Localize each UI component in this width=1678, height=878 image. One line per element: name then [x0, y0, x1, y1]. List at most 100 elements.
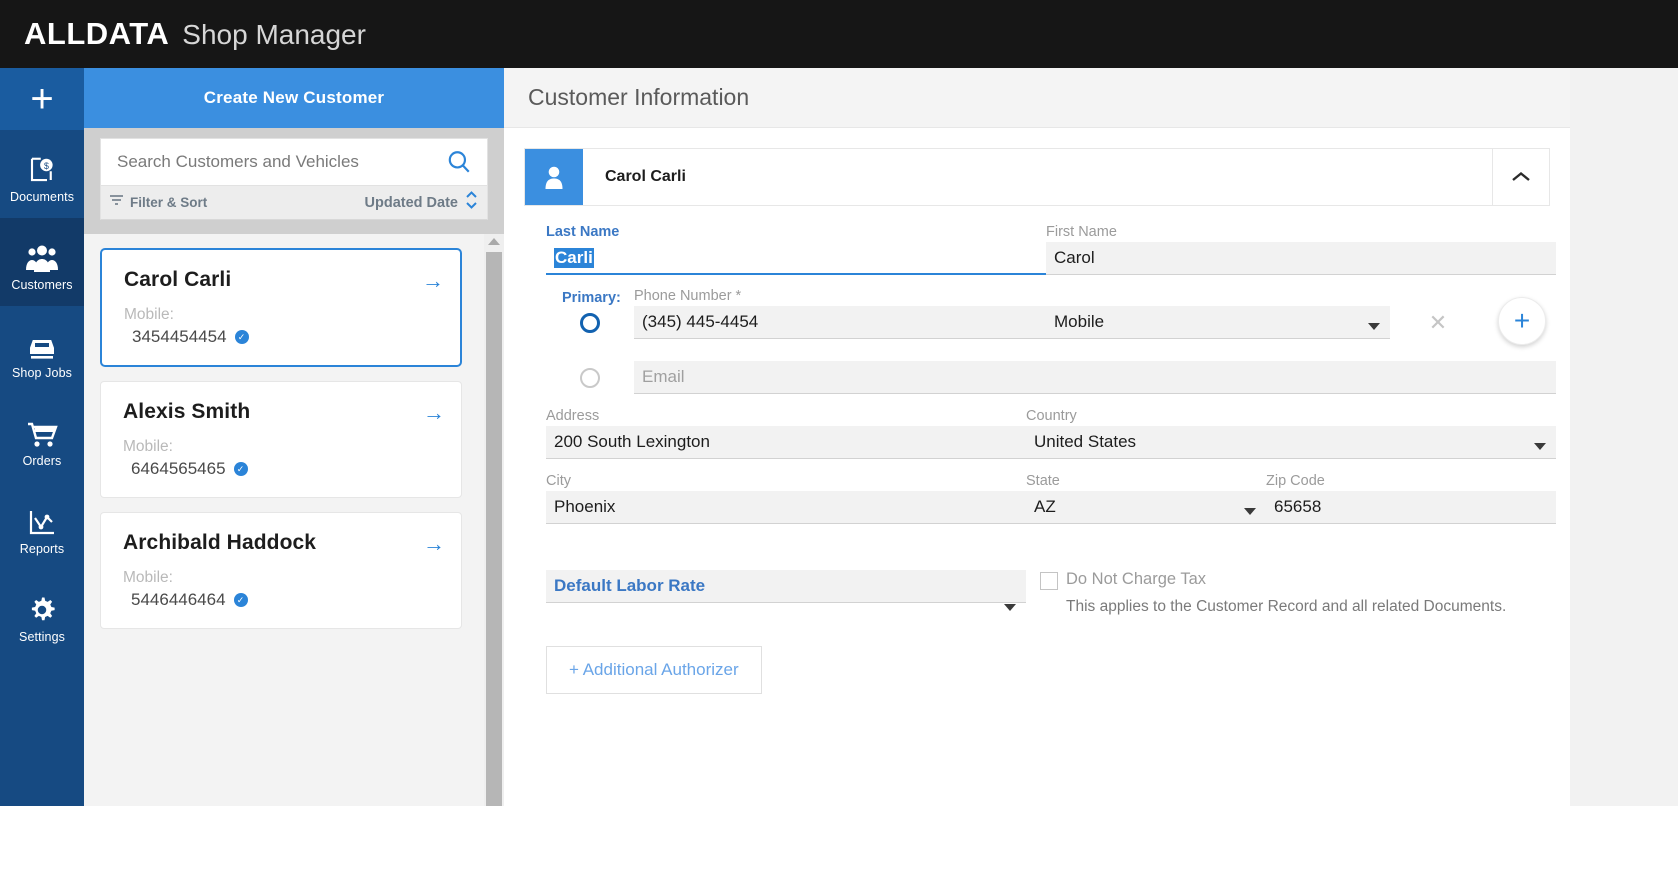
primary-phone-radio-holder	[546, 306, 634, 339]
customer-header-bar: Carol Carli	[524, 148, 1550, 206]
sidebar-item-orders[interactable]: Orders	[0, 394, 84, 482]
arrow-right-icon[interactable]: →	[423, 533, 445, 555]
address-input[interactable]: 200 South Lexington	[546, 426, 1026, 459]
labor-rate-tax-row: Default Labor Rate Do Not Charge Tax Thi…	[546, 570, 1556, 620]
phone-type-select[interactable]: Mobile	[1046, 306, 1390, 339]
sidebar-item-label: Shop Jobs	[12, 365, 72, 380]
add-phone-button[interactable]: +	[1498, 297, 1546, 345]
customer-card[interactable]: Archibald Haddock → Mobile: 5446446464 ✓	[100, 512, 462, 629]
brand-name-shop-manager: Shop Manager	[182, 19, 366, 50]
right-gutter	[1570, 68, 1678, 878]
customer-card[interactable]: Carol Carli → Mobile: 3454454454 ✓	[100, 248, 462, 367]
country-label: Country	[1026, 408, 1077, 424]
last-name-input[interactable]: Carli	[546, 242, 1046, 275]
city-input[interactable]: Phoenix	[546, 491, 1026, 524]
sidebar-item-label: Customers	[11, 277, 73, 292]
email-radio-group	[546, 361, 634, 394]
sidebar-item-shop-jobs[interactable]: Shop Jobs	[0, 306, 84, 394]
name-row: Last Name Carli First Name Carol	[546, 224, 1556, 275]
do-not-charge-tax-label: Do Not Charge Tax	[1066, 570, 1207, 588]
sidebar-item-reports[interactable]: Reports	[0, 482, 84, 570]
sidebar-item-label: Settings	[19, 629, 65, 644]
filter-icon	[109, 194, 124, 212]
do-not-charge-tax-checkbox[interactable]	[1040, 572, 1058, 590]
sidebar-item-settings[interactable]: Settings	[0, 570, 84, 658]
svg-text:$: $	[44, 160, 49, 170]
chevron-down-icon	[1534, 443, 1546, 450]
city-label: City	[546, 473, 571, 489]
city-state-zip-row: City Phoenix State AZ Zip Code 65658	[546, 473, 1556, 524]
customer-card-name: Alexis Smith	[123, 400, 251, 423]
primary-phone-radio[interactable]	[580, 312, 600, 333]
verified-check-icon: ✓	[233, 593, 248, 607]
filter-sort-button[interactable]: Filter & Sort	[101, 194, 207, 212]
arrow-right-icon[interactable]: →	[423, 402, 445, 424]
customer-card-name: Archibald Haddock	[123, 531, 317, 554]
remove-phone-button[interactable]: ✕	[1390, 306, 1486, 339]
sidebar-add-button[interactable]: +	[0, 68, 84, 130]
last-name-label: Last Name	[546, 224, 620, 240]
state-select[interactable]: AZ	[1026, 491, 1266, 524]
add-additional-authorizer-button[interactable]: + Additional Authorizer	[546, 646, 762, 694]
arrow-right-icon[interactable]: →	[422, 270, 444, 292]
phone-number-label: Phone Number *	[634, 288, 742, 304]
state-field: State AZ	[1026, 473, 1266, 524]
email-radio-holder	[546, 361, 634, 394]
sidebar-item-label: Reports	[19, 541, 65, 556]
create-new-customer-button[interactable]: Create New Customer	[84, 68, 504, 128]
customer-list-panel: Create New Customer Filter & Sort	[84, 68, 504, 806]
labor-rate-select[interactable]: Default Labor Rate	[546, 570, 1026, 603]
first-name-input[interactable]: Carol	[1046, 242, 1556, 275]
sidebar-rail: + $ Documents Customers Shop Jobs Orders…	[0, 68, 84, 806]
sidebar-item-documents[interactable]: $ Documents	[0, 130, 84, 218]
customer-card-phone-row: 3454454454 ✓	[124, 327, 444, 347]
phone-number-field: Phone Number * (345) 445-4454	[634, 288, 1046, 339]
zip-code-field: Zip Code 65658	[1266, 473, 1556, 524]
email-input[interactable]: Email	[634, 361, 1556, 394]
chevron-down-icon	[1004, 604, 1016, 611]
page-title: Customer Information	[528, 84, 750, 110]
address-label: Address	[546, 408, 600, 424]
address-field: Address 200 South Lexington	[546, 408, 1026, 459]
tax-help-text: This applies to the Customer Record and …	[1066, 598, 1507, 615]
scrollbar-thumb[interactable]	[486, 252, 502, 806]
chevron-up-icon[interactable]	[1492, 149, 1549, 205]
search-input[interactable]	[101, 151, 431, 173]
sidebar-item-customers[interactable]: Customers	[0, 218, 84, 306]
customer-card-phone: 6464565465	[131, 459, 226, 478]
phone-number-input[interactable]: (345) 445-4454	[634, 306, 1046, 339]
scroll-up-arrow-icon[interactable]	[488, 238, 500, 245]
country-select[interactable]: United States	[1026, 426, 1556, 459]
search-bar	[100, 138, 488, 186]
first-name-label: First Name	[1046, 224, 1117, 240]
primary-email-radio[interactable]	[580, 367, 600, 388]
city-field: City Phoenix	[546, 473, 1026, 524]
top-bar-gutter	[1570, 0, 1678, 68]
primary-label: Primary:	[562, 290, 621, 306]
customer-list-scrollbar[interactable]	[484, 234, 504, 806]
main-panel: Customer Information Carol Carli Last Na…	[504, 68, 1570, 878]
sidebar-item-label: Orders	[22, 453, 62, 468]
customer-card[interactable]: Alexis Smith → Mobile: 6464565465 ✓	[100, 381, 462, 498]
close-icon: ✕	[1428, 309, 1448, 335]
last-name-field: Last Name Carli	[546, 224, 1046, 275]
app-root: ALLDATA Shop Manager + $ Documents Custo…	[0, 0, 1678, 878]
zip-code-input[interactable]: 65658	[1266, 491, 1556, 524]
chart-icon	[27, 497, 57, 537]
additional-authorizer-row: + Additional Authorizer	[546, 646, 1556, 694]
sort-control[interactable]: Updated Date	[365, 189, 487, 216]
verified-check-icon: ✓	[233, 462, 248, 476]
main-header: Customer Information	[504, 68, 1570, 128]
person-icon	[525, 149, 583, 205]
cart-icon	[26, 409, 58, 449]
search-icon[interactable]	[431, 149, 487, 175]
customer-card-phone: 3454454454	[132, 327, 227, 346]
customer-form: Last Name Carli First Name Carol Primary…	[546, 224, 1556, 694]
top-bar: ALLDATA Shop Manager	[0, 0, 1570, 68]
labor-rate-field: Default Labor Rate	[546, 570, 1026, 620]
plus-icon: +	[1513, 305, 1531, 336]
filter-sort-bar: Filter & Sort Updated Date	[100, 186, 488, 220]
customer-card-phone-row: 5446446464 ✓	[123, 590, 445, 610]
phone-type-field: Mobile	[1046, 306, 1390, 339]
email-row: Email	[546, 361, 1556, 394]
